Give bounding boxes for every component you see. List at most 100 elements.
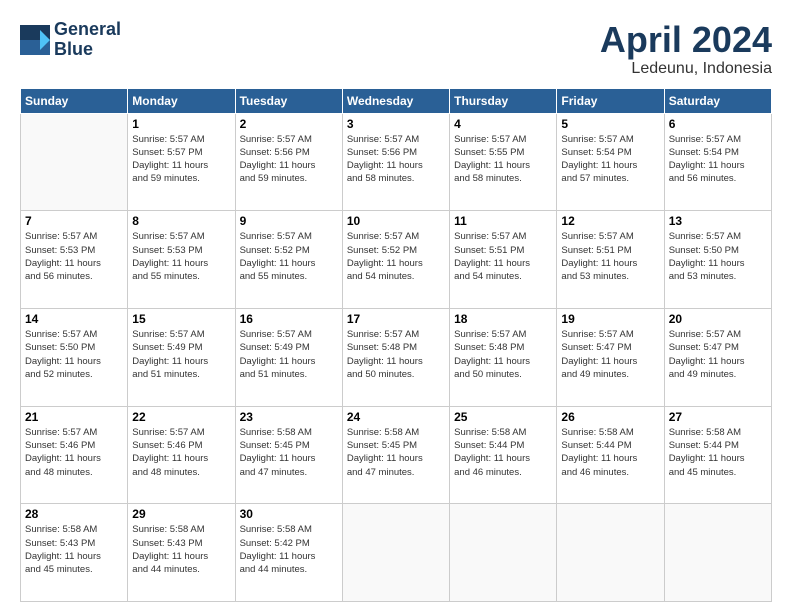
day-number: 3: [347, 117, 445, 131]
calendar-cell: 16 Sunrise: 5:57 AM Sunset: 5:49 PM Dayli…: [235, 308, 342, 406]
calendar-cell: 6Sunrise: 5:57 AM Sunset: 5:54 PM Daylig…: [664, 113, 771, 211]
calendar-cell: 2 Sunrise: 5:57 AM Sunset: 5:56 PM Daylig…: [235, 113, 342, 211]
day-detail: Sunrise: 5:57 AM Sunset: 5:46 PM Dayligh…: [25, 426, 123, 479]
location: Ledeunu, Indonesia: [600, 60, 772, 78]
day-detail: Sunrise: 5:58 AM Sunset: 5:42 PM Dayligh…: [240, 523, 338, 576]
week-row-4: 21 Sunrise: 5:57 AM Sunset: 5:46 PM Dayli…: [21, 406, 772, 504]
calendar-cell: 24 Sunrise: 5:58 AM Sunset: 5:45 PM Dayli…: [342, 406, 449, 504]
weekday-sunday: Sunday: [21, 88, 128, 113]
day-number: 22: [132, 410, 230, 424]
calendar-cell: 10 Sunrise: 5:57 AM Sunset: 5:52 PM Dayli…: [342, 211, 449, 309]
day-number: 29: [132, 507, 230, 521]
day-number: 24: [347, 410, 445, 424]
day-detail: Sunrise: 5:57 AM Sunset: 5:54 PM Dayligh…: [669, 133, 767, 186]
day-number: 13: [669, 214, 767, 228]
day-number: 8: [132, 214, 230, 228]
calendar-cell: 19 Sunrise: 5:57 AM Sunset: 5:47 PM Dayli…: [557, 308, 664, 406]
calendar-cell: 13 Sunrise: 5:57 AM Sunset: 5:50 PM Dayli…: [664, 211, 771, 309]
day-detail: Sunrise: 5:57 AM Sunset: 5:54 PM Dayligh…: [561, 133, 659, 186]
day-number: 21: [25, 410, 123, 424]
calendar-table: SundayMondayTuesdayWednesdayThursdayFrid…: [20, 88, 772, 602]
calendar-cell: 23 Sunrise: 5:58 AM Sunset: 5:45 PM Dayli…: [235, 406, 342, 504]
calendar-cell: 17 Sunrise: 5:57 AM Sunset: 5:48 PM Dayli…: [342, 308, 449, 406]
calendar-cell: 3 Sunrise: 5:57 AM Sunset: 5:56 PM Daylig…: [342, 113, 449, 211]
day-detail: Sunrise: 5:57 AM Sunset: 5:57 PM Dayligh…: [132, 133, 230, 186]
day-number: 7: [25, 214, 123, 228]
day-number: 17: [347, 312, 445, 326]
day-detail: Sunrise: 5:57 AM Sunset: 5:47 PM Dayligh…: [669, 328, 767, 381]
day-detail: Sunrise: 5:57 AM Sunset: 5:55 PM Dayligh…: [454, 133, 552, 186]
logo: General Blue: [20, 20, 121, 60]
calendar-cell: [450, 504, 557, 602]
calendar-cell: 12 Sunrise: 5:57 AM Sunset: 5:51 PM Dayli…: [557, 211, 664, 309]
logo-text: General Blue: [54, 20, 121, 60]
calendar-cell: 18Sunrise: 5:57 AM Sunset: 5:48 PM Dayli…: [450, 308, 557, 406]
day-number: 2: [240, 117, 338, 131]
day-detail: Sunrise: 5:57 AM Sunset: 5:48 PM Dayligh…: [347, 328, 445, 381]
weekday-monday: Monday: [128, 88, 235, 113]
day-detail: Sunrise: 5:58 AM Sunset: 5:45 PM Dayligh…: [347, 426, 445, 479]
week-row-5: 28Sunrise: 5:58 AM Sunset: 5:43 PM Dayli…: [21, 504, 772, 602]
calendar-cell: 1 Sunrise: 5:57 AM Sunset: 5:57 PM Daylig…: [128, 113, 235, 211]
calendar-cell: 29 Sunrise: 5:58 AM Sunset: 5:43 PM Dayli…: [128, 504, 235, 602]
week-row-2: 7 Sunrise: 5:57 AM Sunset: 5:53 PM Daylig…: [21, 211, 772, 309]
day-number: 14: [25, 312, 123, 326]
weekday-wednesday: Wednesday: [342, 88, 449, 113]
title-block: April 2024 Ledeunu, Indonesia: [600, 20, 772, 78]
logo-line2: Blue: [54, 40, 121, 60]
day-number: 5: [561, 117, 659, 131]
day-number: 20: [669, 312, 767, 326]
day-detail: Sunrise: 5:57 AM Sunset: 5:52 PM Dayligh…: [240, 230, 338, 283]
calendar-cell: 11 Sunrise: 5:57 AM Sunset: 5:51 PM Dayli…: [450, 211, 557, 309]
weekday-friday: Friday: [557, 88, 664, 113]
calendar-cell: 15 Sunrise: 5:57 AM Sunset: 5:49 PM Dayli…: [128, 308, 235, 406]
day-detail: Sunrise: 5:57 AM Sunset: 5:49 PM Dayligh…: [240, 328, 338, 381]
day-number: 25: [454, 410, 552, 424]
calendar-cell: 20 Sunrise: 5:57 AM Sunset: 5:47 PM Dayli…: [664, 308, 771, 406]
day-number: 4: [454, 117, 552, 131]
calendar-cell: [557, 504, 664, 602]
calendar-cell: [664, 504, 771, 602]
day-number: 15: [132, 312, 230, 326]
calendar-cell: [342, 504, 449, 602]
day-detail: Sunrise: 5:58 AM Sunset: 5:45 PM Dayligh…: [240, 426, 338, 479]
day-number: 9: [240, 214, 338, 228]
day-number: 10: [347, 214, 445, 228]
calendar-cell: 21 Sunrise: 5:57 AM Sunset: 5:46 PM Dayli…: [21, 406, 128, 504]
day-detail: Sunrise: 5:57 AM Sunset: 5:56 PM Dayligh…: [240, 133, 338, 186]
day-detail: Sunrise: 5:57 AM Sunset: 5:51 PM Dayligh…: [454, 230, 552, 283]
day-detail: Sunrise: 5:58 AM Sunset: 5:43 PM Dayligh…: [132, 523, 230, 576]
day-detail: Sunrise: 5:58 AM Sunset: 5:44 PM Dayligh…: [454, 426, 552, 479]
page: General Blue April 2024 Ledeunu, Indones…: [0, 0, 792, 612]
day-detail: Sunrise: 5:57 AM Sunset: 5:50 PM Dayligh…: [669, 230, 767, 283]
weekday-header-row: SundayMondayTuesdayWednesdayThursdayFrid…: [21, 88, 772, 113]
calendar-cell: 9 Sunrise: 5:57 AM Sunset: 5:52 PM Daylig…: [235, 211, 342, 309]
weekday-tuesday: Tuesday: [235, 88, 342, 113]
day-number: 23: [240, 410, 338, 424]
day-detail: Sunrise: 5:57 AM Sunset: 5:47 PM Dayligh…: [561, 328, 659, 381]
weekday-saturday: Saturday: [664, 88, 771, 113]
day-number: 11: [454, 214, 552, 228]
day-detail: Sunrise: 5:57 AM Sunset: 5:51 PM Dayligh…: [561, 230, 659, 283]
logo-line1: General: [54, 20, 121, 40]
day-number: 16: [240, 312, 338, 326]
day-number: 12: [561, 214, 659, 228]
calendar-cell: 28Sunrise: 5:58 AM Sunset: 5:43 PM Dayli…: [21, 504, 128, 602]
calendar-cell: 14 Sunrise: 5:57 AM Sunset: 5:50 PM Dayli…: [21, 308, 128, 406]
week-row-1: 1 Sunrise: 5:57 AM Sunset: 5:57 PM Daylig…: [21, 113, 772, 211]
calendar-cell: 27Sunrise: 5:58 AM Sunset: 5:44 PM Dayli…: [664, 406, 771, 504]
day-number: 30: [240, 507, 338, 521]
logo-icon: [20, 25, 50, 55]
calendar-cell: [21, 113, 128, 211]
day-detail: Sunrise: 5:57 AM Sunset: 5:52 PM Dayligh…: [347, 230, 445, 283]
day-detail: Sunrise: 5:57 AM Sunset: 5:53 PM Dayligh…: [25, 230, 123, 283]
day-detail: Sunrise: 5:57 AM Sunset: 5:50 PM Dayligh…: [25, 328, 123, 381]
calendar-cell: 7 Sunrise: 5:57 AM Sunset: 5:53 PM Daylig…: [21, 211, 128, 309]
calendar-cell: 8Sunrise: 5:57 AM Sunset: 5:53 PM Daylig…: [128, 211, 235, 309]
day-detail: Sunrise: 5:57 AM Sunset: 5:46 PM Dayligh…: [132, 426, 230, 479]
day-detail: Sunrise: 5:57 AM Sunset: 5:49 PM Dayligh…: [132, 328, 230, 381]
day-number: 19: [561, 312, 659, 326]
day-number: 1: [132, 117, 230, 131]
calendar-cell: 22 Sunrise: 5:57 AM Sunset: 5:46 PM Dayli…: [128, 406, 235, 504]
day-detail: Sunrise: 5:57 AM Sunset: 5:56 PM Dayligh…: [347, 133, 445, 186]
